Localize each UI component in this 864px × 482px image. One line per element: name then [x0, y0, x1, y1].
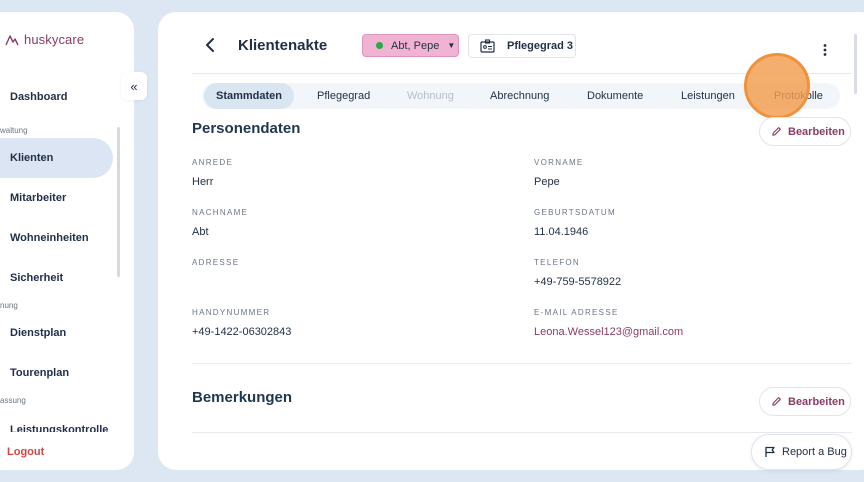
client-select-value: Abt, Pepe [391, 39, 440, 52]
section-divider [192, 432, 852, 433]
sidebar-item-klienten[interactable]: Klienten [0, 138, 113, 178]
sidebar-section-label: assung [0, 396, 26, 405]
sidebar-item-dienstplan[interactable]: Dienstplan [0, 313, 113, 353]
field-label-nachname: Nachname [192, 208, 249, 217]
report-bug-label: Report a Bug [782, 446, 847, 458]
field-label-email: E-Mail Adresse [534, 308, 619, 317]
sidebar-item-label: Mitarbeiter [10, 192, 67, 204]
sidebar-item-sicherheit[interactable]: Sicherheit [0, 258, 113, 298]
field-label-anrede: Anrede [192, 158, 234, 167]
sidebar-item-label: Tourenplan [10, 367, 70, 379]
field-label-handynummer: Handynummer [192, 308, 271, 317]
client-select[interactable]: Abt, Pepe ▼ [362, 34, 459, 57]
sidebar-item-label: Dashboard [10, 91, 68, 103]
sidebar-item-label: Sicherheit [10, 272, 64, 284]
field-value-vorname: Pepe [534, 176, 560, 188]
sidebar-scrollbar[interactable] [117, 127, 120, 277]
sidebar-item-mitarbeiter[interactable]: Mitarbeiter [0, 178, 113, 218]
tab-leistungen[interactable]: Leistungen [681, 83, 735, 109]
id-card-icon [480, 39, 495, 53]
kebab-icon[interactable] [818, 42, 832, 58]
sidebar-section-label: nung [0, 301, 18, 310]
logo-icon [5, 34, 19, 45]
double-chevron-left-icon: « [130, 78, 138, 94]
sidebar-item-label: Wohneinheiten [10, 232, 89, 244]
caret-down-icon: ▼ [447, 41, 456, 50]
field-label-adresse: Adresse [192, 258, 240, 267]
field-value-email[interactable]: Leona.Wessel123@gmail.com [534, 326, 683, 338]
edit-personendaten-button[interactable]: Bearbeiten [759, 117, 851, 146]
back-icon[interactable] [202, 36, 220, 54]
edit-button-label: Bearbeiten [788, 125, 845, 138]
main-panel: Klientenakte Abt, Pepe ▼ Pflegegrad 3 St… [158, 12, 864, 470]
field-value-anrede: Herr [192, 176, 214, 188]
tab-abrechnung[interactable]: Abrechnung [490, 83, 549, 109]
pflegegrad-text: Pflegegrad 3 [507, 40, 574, 52]
section-title-bemerkungen: Bemerkungen [192, 389, 293, 406]
section-title-personendaten: Personendaten [192, 120, 301, 137]
page-title: Klientenakte [238, 37, 328, 54]
tab-stammdaten[interactable]: Stammdaten [204, 83, 295, 109]
logo[interactable]: huskycare [4, 32, 84, 47]
field-value-nachname: Abt [192, 226, 209, 238]
sidebar-item-label: Klienten [10, 152, 54, 164]
edit-button-label: Bearbeiten [788, 395, 845, 408]
main-scrollbar[interactable] [854, 34, 857, 94]
field-value-handynummer: +49-1422-06302843 [192, 326, 292, 338]
sidebar-item-tourenplan[interactable]: Tourenplan [0, 353, 113, 393]
tab-dokumente[interactable]: Dokumente [587, 83, 643, 109]
tab-wohnung[interactable]: Wohnung [407, 83, 454, 109]
logout-button[interactable]: Logout [7, 446, 44, 458]
sidebar-item-leistungskontrolle[interactable]: Leistungskontrolle [0, 408, 113, 432]
section-divider [192, 363, 852, 364]
report-bug-button[interactable]: Report a Bug [751, 434, 852, 470]
sidebar: huskycare Dashboard waltung Klienten Mit… [0, 12, 134, 470]
sidebar-item-label: Leistungskontrolle [10, 424, 109, 432]
bug-report-icon [765, 446, 775, 457]
sidebar-section-label: waltung [0, 126, 28, 135]
sidebar-item-label: Dienstplan [10, 327, 67, 339]
pflegegrad-badge: Pflegegrad 3 [468, 34, 576, 58]
click-indicator [744, 53, 810, 119]
field-label-vorname: Vorname [534, 158, 584, 167]
pencil-icon [772, 397, 781, 406]
sidebar-item-wohneinheiten[interactable]: Wohneinheiten [0, 218, 113, 258]
field-label-telefon: Telefon [534, 258, 580, 267]
tab-pflegegrad[interactable]: Pflegegrad [317, 83, 370, 109]
field-value-telefon: +49-759-5578922 [534, 276, 622, 288]
logo-text: huskycare [24, 32, 85, 47]
collapse-sidebar-button[interactable]: « [121, 72, 147, 100]
status-dot-icon [376, 42, 383, 49]
field-value-geburtsdatum: 11.04.1946 [534, 226, 589, 238]
field-label-geburtsdatum: Geburtsdatum [534, 208, 616, 217]
pencil-icon [772, 127, 781, 136]
sidebar-item-dashboard[interactable]: Dashboard [0, 77, 113, 117]
edit-bemerkungen-button[interactable]: Bearbeiten [759, 387, 851, 416]
